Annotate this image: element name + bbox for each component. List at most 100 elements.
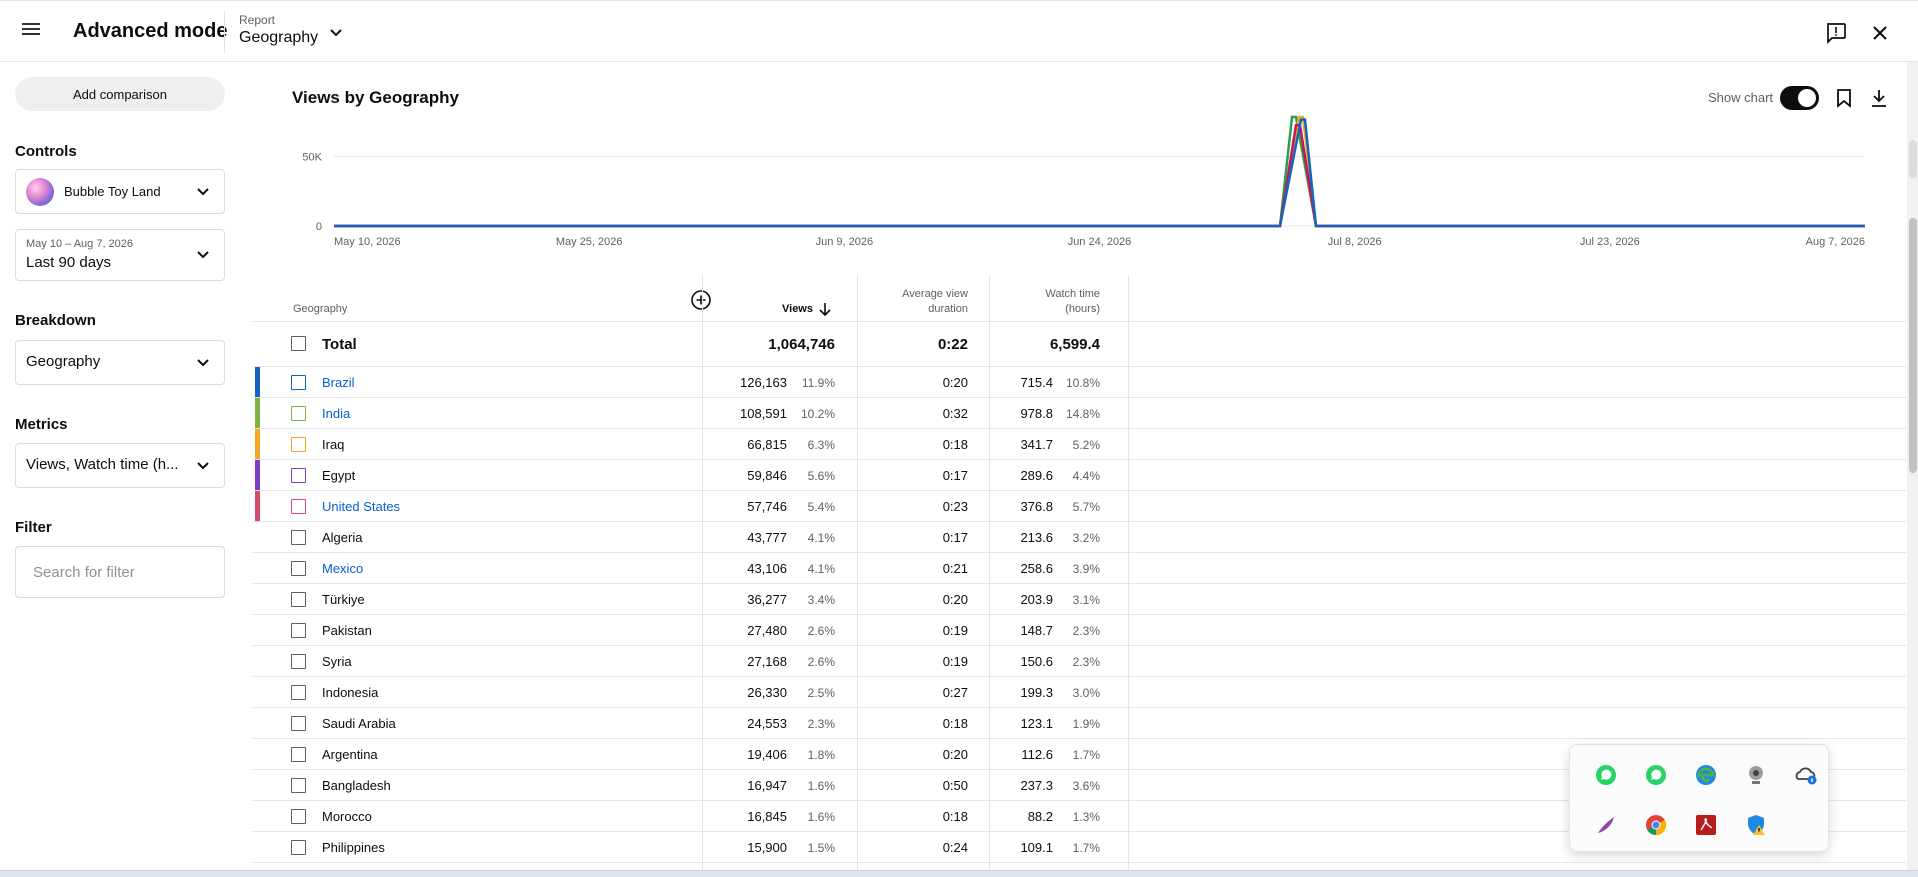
edge-icon[interactable] [1694, 763, 1718, 787]
download-icon[interactable] [1868, 87, 1890, 109]
series-line [334, 115, 1865, 228]
onedrive-icon[interactable] [1794, 763, 1818, 787]
chrome-icon[interactable] [1644, 813, 1668, 837]
series-line [334, 123, 1865, 228]
feather-icon[interactable] [1594, 813, 1618, 837]
geography-name[interactable]: Mexico [322, 561, 363, 576]
row-checkbox[interactable] [291, 685, 306, 700]
row-checkbox[interactable] [291, 499, 306, 514]
watch-time-value: 715.4 [1020, 375, 1053, 390]
add-comparison-button[interactable]: Add comparison [15, 77, 225, 111]
metrics-value: Views, Watch time (h... [26, 456, 179, 473]
row-checkbox[interactable] [291, 375, 306, 390]
views-percent: 1.6% [807, 810, 835, 824]
col-watch-time[interactable]: Watch time (hours) [993, 287, 1100, 317]
x-tick-label: May 10, 2026 [334, 236, 401, 248]
avg-duration-value: 0:20 [942, 592, 968, 607]
watch-time-value: 978.8 [1020, 406, 1053, 421]
filter-input[interactable] [15, 546, 225, 598]
channel-name: Bubble Toy Land [64, 184, 161, 199]
column-divider [702, 275, 703, 875]
watch-time-percent: 2.3% [1072, 624, 1100, 638]
views-value: 36,277 [747, 592, 787, 607]
avg-duration-value: 0:18 [942, 437, 968, 452]
webcam-icon[interactable] [1744, 763, 1768, 787]
watch-time-percent: 1.7% [1072, 748, 1100, 762]
col-geography[interactable]: Geography [293, 302, 347, 317]
watch-time-value: 123.1 [1020, 716, 1053, 731]
row-checkbox[interactable] [291, 592, 306, 607]
y-tick-label: 0 [316, 221, 322, 233]
metrics-select[interactable]: Views, Watch time (h... [15, 443, 225, 488]
geography-name[interactable]: Brazil [322, 375, 355, 390]
chevron-down-icon [197, 358, 209, 366]
scrollbar-thumb[interactable] [1909, 218, 1917, 473]
row-checkbox[interactable] [291, 336, 306, 351]
x-tick-label: May 25, 2026 [556, 236, 623, 248]
col-avg-view-duration[interactable]: Average view duration [863, 287, 968, 317]
row-checkbox[interactable] [291, 747, 306, 762]
row-checkbox[interactable] [291, 406, 306, 421]
series-color-stripe [255, 398, 260, 428]
channel-select[interactable]: Bubble Toy Land [15, 169, 225, 214]
watch-time-value: 199.3 [1020, 685, 1053, 700]
defender-warning-icon[interactable] [1744, 813, 1768, 837]
whatsapp-icon[interactable] [1644, 763, 1668, 787]
watch-time-percent: 3.1% [1072, 593, 1100, 607]
row-checkbox[interactable] [291, 468, 306, 483]
geography-name[interactable]: India [322, 406, 350, 421]
geography-name: Egypt [322, 468, 356, 483]
chevron-down-icon[interactable] [326, 23, 346, 43]
row-checkbox[interactable] [291, 778, 306, 793]
bookmark-icon[interactable] [1833, 87, 1855, 109]
geography-name: Bangladesh [322, 778, 391, 793]
breakdown-select[interactable]: Geography [15, 340, 225, 385]
views-percent: 2.6% [807, 655, 835, 669]
row-checkbox[interactable] [291, 437, 306, 452]
views-value: 16,947 [747, 778, 787, 793]
pdf-icon[interactable] [1694, 813, 1718, 837]
menu-icon[interactable] [22, 21, 48, 43]
scrollbar-mini[interactable] [1909, 140, 1917, 178]
x-tick-label: Aug 7, 2026 [1806, 236, 1865, 248]
views-percent: 2.5% [807, 686, 835, 700]
col-avg-line1: Average view [902, 288, 968, 300]
row-checkbox[interactable] [291, 654, 306, 669]
watch-time-percent: 1.7% [1072, 841, 1100, 855]
col-views[interactable]: Views [773, 302, 813, 317]
views-percent: 6.3% [807, 438, 835, 452]
series-color-stripe [255, 367, 260, 397]
watch-time-value: 88.2 [1027, 809, 1053, 824]
geography-name[interactable]: United States [322, 499, 400, 514]
views-value: 19,406 [747, 747, 787, 762]
add-column-icon[interactable] [690, 289, 712, 311]
geography-name: Algeria [322, 530, 363, 545]
date-range-select[interactable]: May 10 – Aug 7, 2026 Last 90 days [15, 229, 225, 281]
chevron-down-icon [197, 461, 209, 469]
feedback-icon[interactable] [1824, 21, 1848, 45]
avg-duration-value: 0:20 [942, 747, 968, 762]
x-tick-label: Jul 8, 2026 [1328, 236, 1382, 248]
row-checkbox[interactable] [291, 716, 306, 731]
row-checkbox[interactable] [291, 840, 306, 855]
date-range-value: Last 90 days [26, 254, 112, 271]
table-row: Indonesia 26,330 2.5% 0:27 199.3 3.0% [253, 677, 1906, 708]
row-checkbox[interactable] [291, 561, 306, 576]
row-checkbox[interactable] [291, 623, 306, 638]
row-checkbox[interactable] [291, 809, 306, 824]
sort-down-arrow-icon[interactable] [818, 301, 832, 317]
column-divider [989, 275, 990, 875]
row-checkbox[interactable] [291, 530, 306, 545]
watch-time-percent: 10.8% [1065, 376, 1100, 390]
total-avg-duration: 0:22 [937, 336, 968, 353]
whatsapp-icon[interactable] [1594, 763, 1618, 787]
table-row: Mexico 43,106 4.1% 0:21 258.6 3.9% [253, 553, 1906, 584]
top-bar: Advanced mode Report Geography [0, 0, 1918, 62]
watch-time-percent: 1.3% [1072, 810, 1100, 824]
close-icon[interactable] [1868, 21, 1892, 45]
show-chart-toggle[interactable] [1780, 86, 1819, 110]
y-tick-label: 50K [302, 151, 322, 163]
report-name[interactable]: Geography [239, 29, 318, 47]
views-line-chart: 50K 0 May 10, 2026 May 25, 2026 Jun 9, 2026… [302, 115, 1865, 248]
views-percent: 5.4% [807, 500, 835, 514]
